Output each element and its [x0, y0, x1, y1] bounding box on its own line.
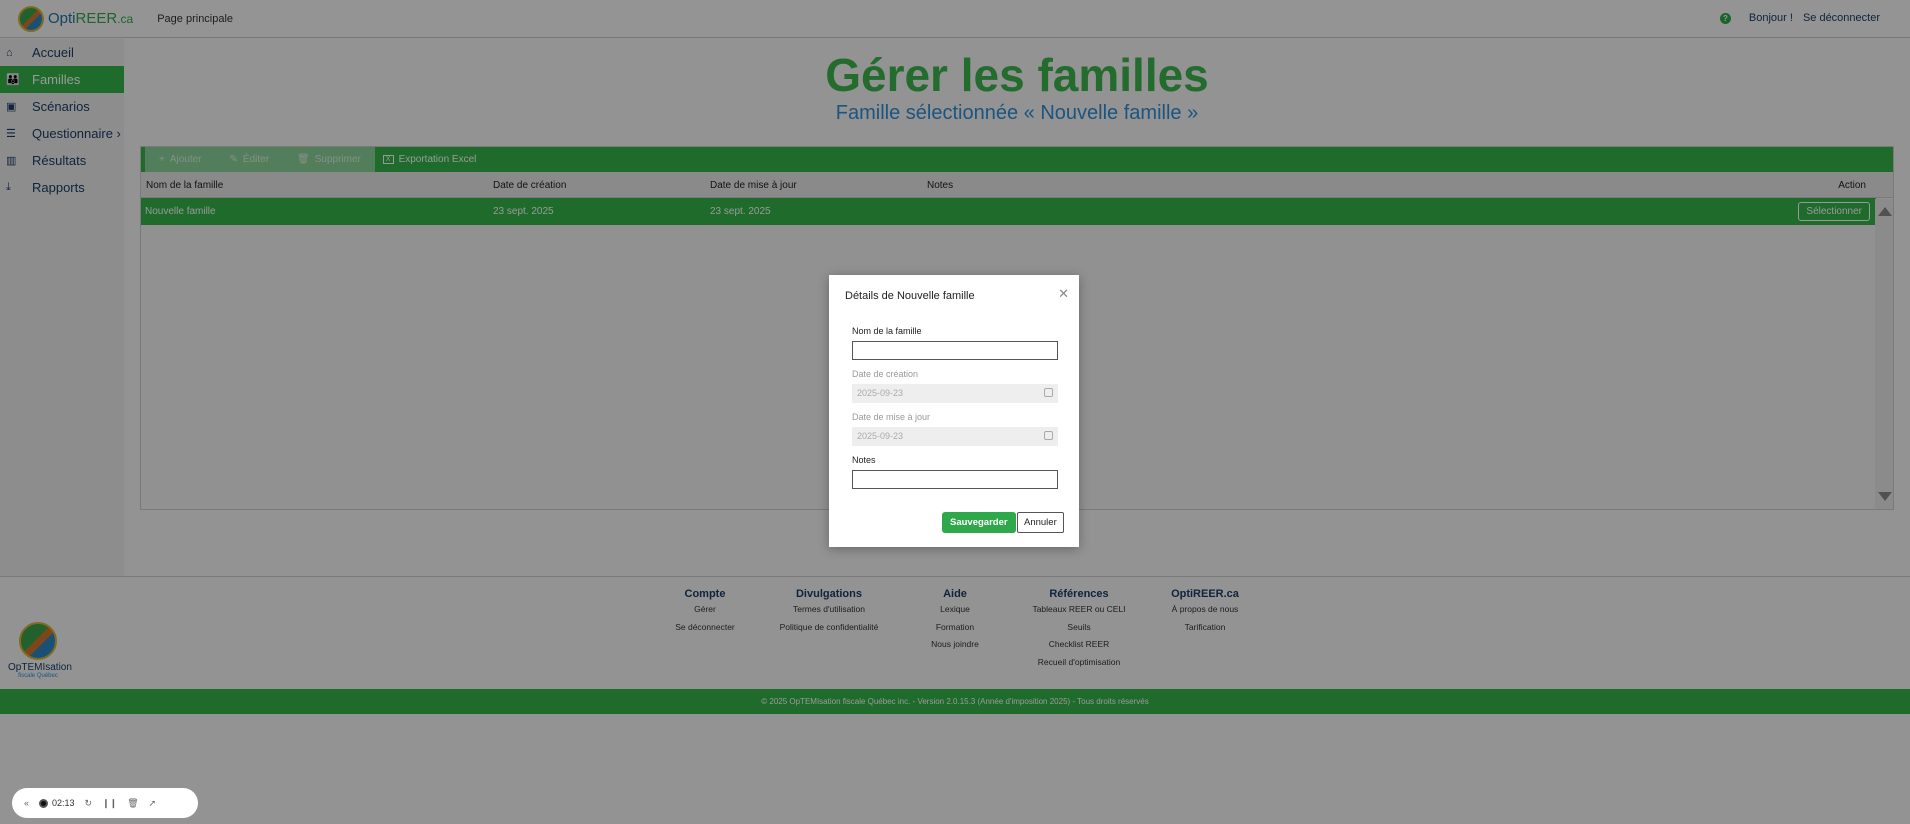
cursor-icon[interactable]: ➚: [149, 798, 157, 809]
cancel-button[interactable]: Annuler: [1017, 512, 1064, 533]
calendar-icon: [1044, 388, 1053, 397]
family-name-input[interactable]: [852, 341, 1058, 360]
recording-widget: « 02:13 ↻ ❙❙ 🗑 ➚: [12, 788, 198, 818]
trash-icon[interactable]: 🗑: [127, 798, 138, 809]
pause-icon[interactable]: ❙❙: [102, 798, 117, 809]
family-details-dialog: Détails de Nouvelle famille ✕ Nom de la …: [829, 275, 1079, 547]
notes-input[interactable]: [852, 470, 1058, 489]
restart-icon[interactable]: ↻: [85, 798, 93, 809]
recording-time: 02:13: [52, 798, 75, 808]
creation-date-field: 2025-09-23: [852, 384, 1058, 403]
save-button[interactable]: Sauvegarder: [942, 512, 1016, 533]
close-icon[interactable]: ✕: [1058, 286, 1069, 302]
record-icon[interactable]: [39, 798, 49, 808]
calendar-icon: [1044, 431, 1053, 440]
collapse-icon[interactable]: «: [24, 798, 29, 808]
update-date-field: 2025-09-23: [852, 427, 1058, 446]
dialog-title: Détails de Nouvelle famille: [845, 290, 975, 302]
